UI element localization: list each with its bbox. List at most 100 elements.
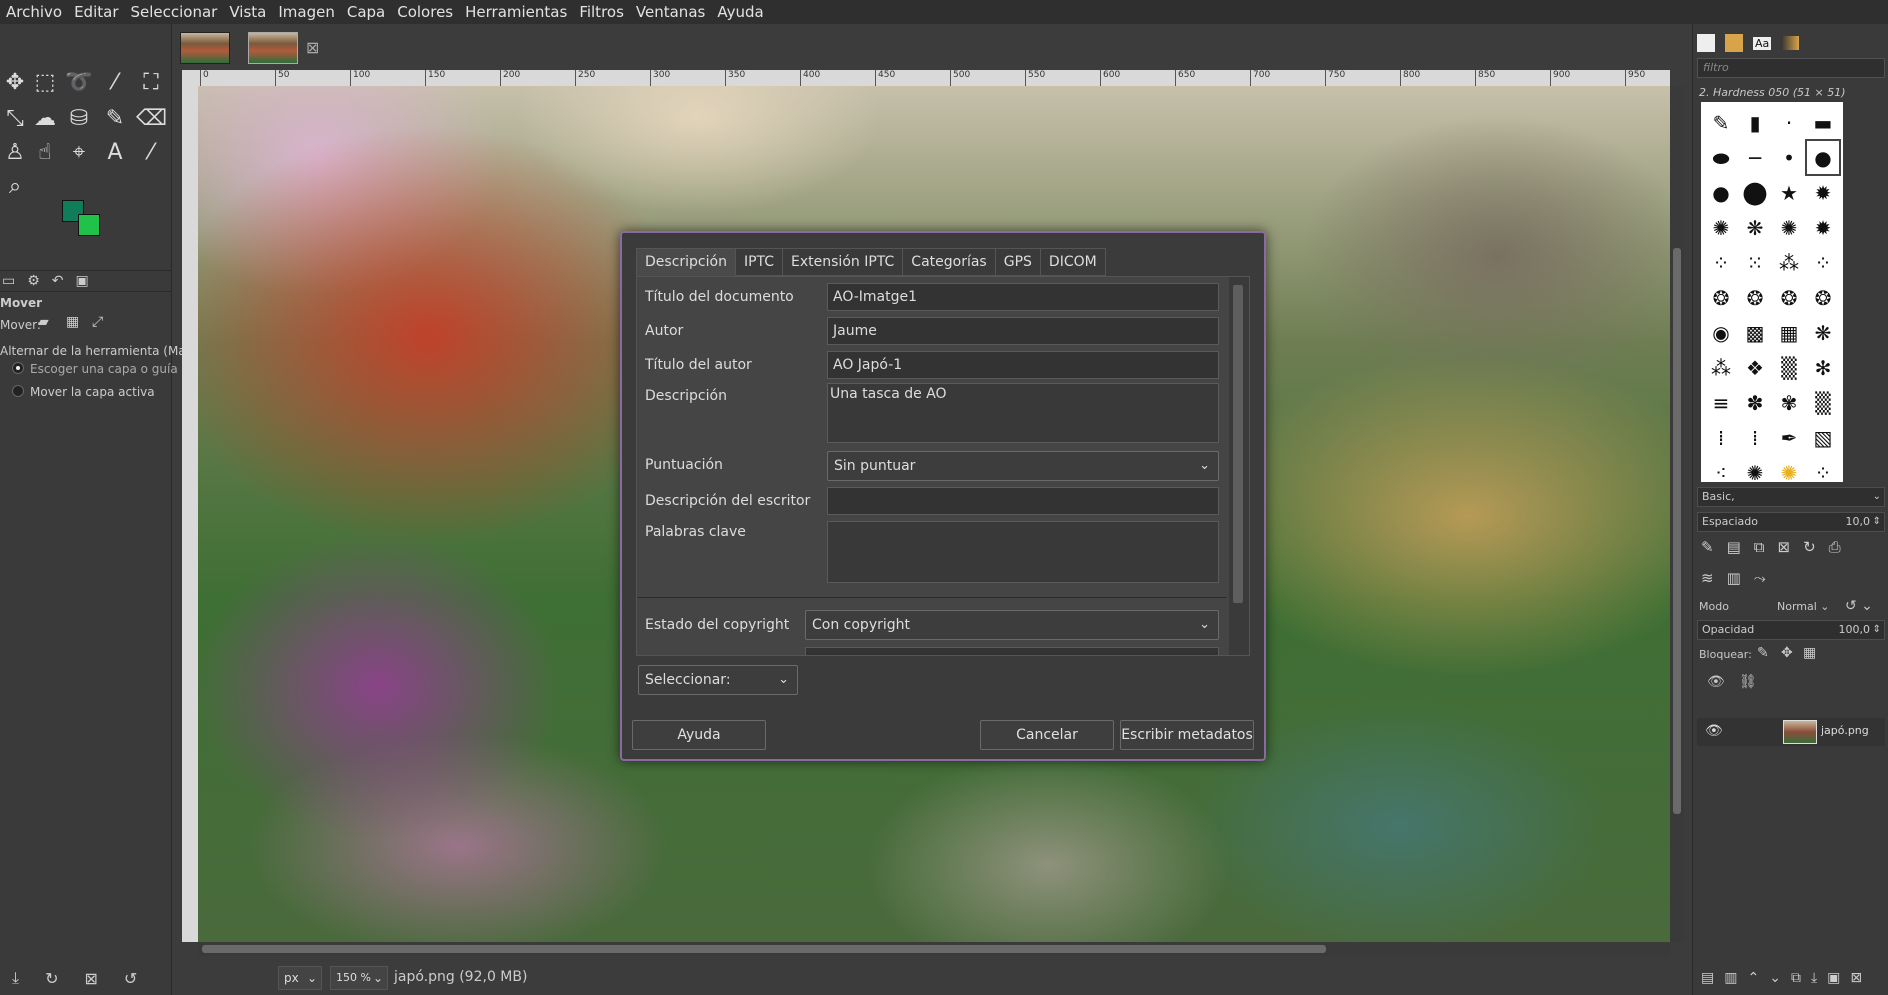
transform-tool-icon[interactable]: ⤡ <box>0 104 30 134</box>
save-preset-icon[interactable]: ⤓ <box>12 968 19 988</box>
open-folder-icon[interactable]: ⎙ <box>1829 538 1841 556</box>
brush-item[interactable]: ✺ <box>1773 211 1805 244</box>
new-brush-icon[interactable]: ▤ <box>1727 538 1741 556</box>
brush-item[interactable]: ❂ <box>1773 281 1805 314</box>
lasso-tool-icon[interactable]: ➰ <box>64 68 94 98</box>
fonts-tab-icon[interactable]: Aa <box>1753 36 1772 50</box>
raise-layer-icon[interactable]: ⌃ <box>1747 970 1759 986</box>
background-color-swatch[interactable] <box>78 214 100 236</box>
lock-position-icon[interactable]: ✥ <box>1781 645 1793 661</box>
brush-item[interactable]: ⁘ <box>1705 246 1737 279</box>
menu-vista[interactable]: Vista <box>223 0 272 24</box>
mask-layer-icon[interactable]: ▣ <box>1827 970 1840 986</box>
tab-iptc[interactable]: IPTC <box>735 248 784 276</box>
brush-item[interactable]: ✺ <box>1773 456 1805 489</box>
merge-layer-icon[interactable]: ⤓ <box>1811 970 1817 986</box>
move-tool-icon[interactable]: ✥ <box>0 68 30 98</box>
unit-select[interactable]: px ⌄ <box>278 966 322 990</box>
duplicate-brush-icon[interactable]: ⧉ <box>1754 538 1765 556</box>
brush-item[interactable]: ✹ <box>1807 211 1839 244</box>
brush-item[interactable]: ◉ <box>1705 316 1737 349</box>
lock-pixels-icon[interactable]: ✎ <box>1757 645 1769 661</box>
brush-item[interactable]: ✽ <box>1739 386 1771 419</box>
delete-preset-icon[interactable]: ⊠ <box>84 969 97 988</box>
brush-item[interactable]: ✾ <box>1773 386 1805 419</box>
move-path-icon[interactable]: ⤢ <box>92 314 103 330</box>
brush-item[interactable]: ✺ <box>1705 211 1737 244</box>
brush-item[interactable]: • <box>1773 141 1805 174</box>
rating-select[interactable]: Sin puntuar ⌄ <box>827 451 1219 481</box>
paths-tool-icon[interactable]: ⌖ <box>64 138 94 168</box>
refresh-brushes-icon[interactable]: ↻ <box>1803 538 1816 556</box>
rect-select-tool-icon[interactable]: ⬚ <box>30 68 60 98</box>
menu-filtros[interactable]: Filtros <box>573 0 630 24</box>
smudge-tool-icon[interactable]: ☝ <box>30 138 60 168</box>
layer-name[interactable]: japó.png <box>1821 724 1869 737</box>
description-textarea[interactable]: Una tasca de AO <box>827 383 1219 443</box>
reset-defaults-icon[interactable]: ↺ <box>124 969 137 988</box>
menu-seleccionar[interactable]: Seleccionar <box>125 0 224 24</box>
tab-descripcion[interactable]: Descripción <box>636 248 736 276</box>
select-dropdown[interactable]: Seleccionar: ⌄ <box>638 665 798 695</box>
brush-item[interactable]: ✻ <box>1807 351 1839 384</box>
brush-item[interactable]: ⁘ <box>1807 246 1839 279</box>
channels-tab-icon[interactable]: ▥ <box>1727 569 1741 587</box>
brush-item[interactable]: ❂ <box>1705 281 1737 314</box>
spacing-slider[interactable]: Espaciado 10,0 ⇕ <box>1697 512 1885 532</box>
move-layer-icon[interactable]: ▰ <box>38 314 49 330</box>
brush-item[interactable]: ✎ <box>1705 106 1737 139</box>
brush-item[interactable]: ★ <box>1773 176 1805 209</box>
brush-item[interactable]: ● <box>1705 176 1737 209</box>
delete-brush-icon[interactable]: ⊠ <box>1777 538 1790 556</box>
brush-item[interactable]: ❂ <box>1807 281 1839 314</box>
writer-desc-input[interactable] <box>827 487 1219 515</box>
brush-grid[interactable]: ✎ ▮ · ▬ ⬬ ─ • ● ● ● ★ ✹ ✺ ❋ ✺ ✹ ⁘ ⁙ ⁂ ⁘ … <box>1701 102 1843 485</box>
zoom-select[interactable]: 150 % ⌄ <box>330 966 388 990</box>
menu-herramientas[interactable]: Herramientas <box>459 0 573 24</box>
brush-item[interactable]: ⁂ <box>1773 246 1805 279</box>
brush-item[interactable]: ▒ <box>1773 351 1805 384</box>
brush-item[interactable]: ✹ <box>1807 176 1839 209</box>
reset-mode-icon[interactable]: ↺ ⌄ <box>1845 598 1873 614</box>
brush-item[interactable]: ⁘ <box>1807 456 1839 489</box>
crop-tool-icon[interactable]: ⛶ <box>136 68 166 98</box>
brush-item[interactable]: ≡ <box>1705 386 1737 419</box>
brush-item[interactable]: ▧ <box>1807 421 1839 454</box>
menu-archivo[interactable]: Archivo <box>0 0 68 24</box>
canvas-vertical-scroll-thumb[interactable] <box>1673 248 1681 814</box>
brush-filter-input[interactable]: filtro <box>1697 58 1885 78</box>
pick-layer-radio[interactable] <box>12 362 24 374</box>
brush-item[interactable]: ⁞ <box>1705 421 1737 454</box>
duplicate-layer-icon[interactable]: ⧉ <box>1791 970 1801 986</box>
text-tool-icon[interactable]: A <box>100 138 130 168</box>
fuzzy-select-tool-icon[interactable]: ⁄ <box>100 68 130 98</box>
patterns-tab-icon[interactable] <box>1725 34 1743 52</box>
brush-item[interactable]: ⁖ <box>1705 456 1737 489</box>
author-input[interactable]: Jaume <box>827 317 1219 345</box>
brush-item[interactable]: ❋ <box>1807 316 1839 349</box>
brush-item[interactable]: · <box>1773 106 1805 139</box>
images-tab-icon[interactable]: ▣ <box>76 273 89 289</box>
warp-tool-icon[interactable]: ☁ <box>30 104 60 134</box>
brush-item[interactable]: ❖ <box>1739 351 1771 384</box>
cancel-button[interactable]: Cancelar <box>980 720 1114 750</box>
spin-arrows-icon[interactable]: ⇕ <box>1873 621 1881 639</box>
brush-item[interactable]: ✒ <box>1773 421 1805 454</box>
zoom-tool-icon[interactable]: ⌕ <box>0 172 30 202</box>
tab-dicom[interactable]: DICOM <box>1040 248 1106 276</box>
canvas-horizontal-scroll-thumb[interactable] <box>202 945 1326 953</box>
brush-item[interactable]: ⁂ <box>1705 351 1737 384</box>
brush-item[interactable]: ✺ <box>1739 456 1771 489</box>
opacity-slider[interactable]: Opacidad 100,0 ⇕ <box>1697 620 1885 640</box>
new-group-icon[interactable]: ▥ <box>1724 970 1737 986</box>
keywords-textarea[interactable] <box>827 521 1219 583</box>
copyright-select[interactable]: Con copyright ⌄ <box>805 610 1219 640</box>
color-picker-icon[interactable]: ⁄ <box>136 138 166 168</box>
layer-row[interactable]: 👁 japó.png <box>1697 718 1885 746</box>
move-selection-icon[interactable]: ▦ <box>66 314 79 330</box>
brush-item[interactable]: ⁞ <box>1739 421 1771 454</box>
brush-item[interactable]: ▩ <box>1739 316 1771 349</box>
mode-select[interactable]: Normal ⌄ <box>1777 600 1830 613</box>
dialog-scroll-thumb[interactable] <box>1233 285 1243 603</box>
brush-item[interactable]: ─ <box>1739 141 1771 174</box>
